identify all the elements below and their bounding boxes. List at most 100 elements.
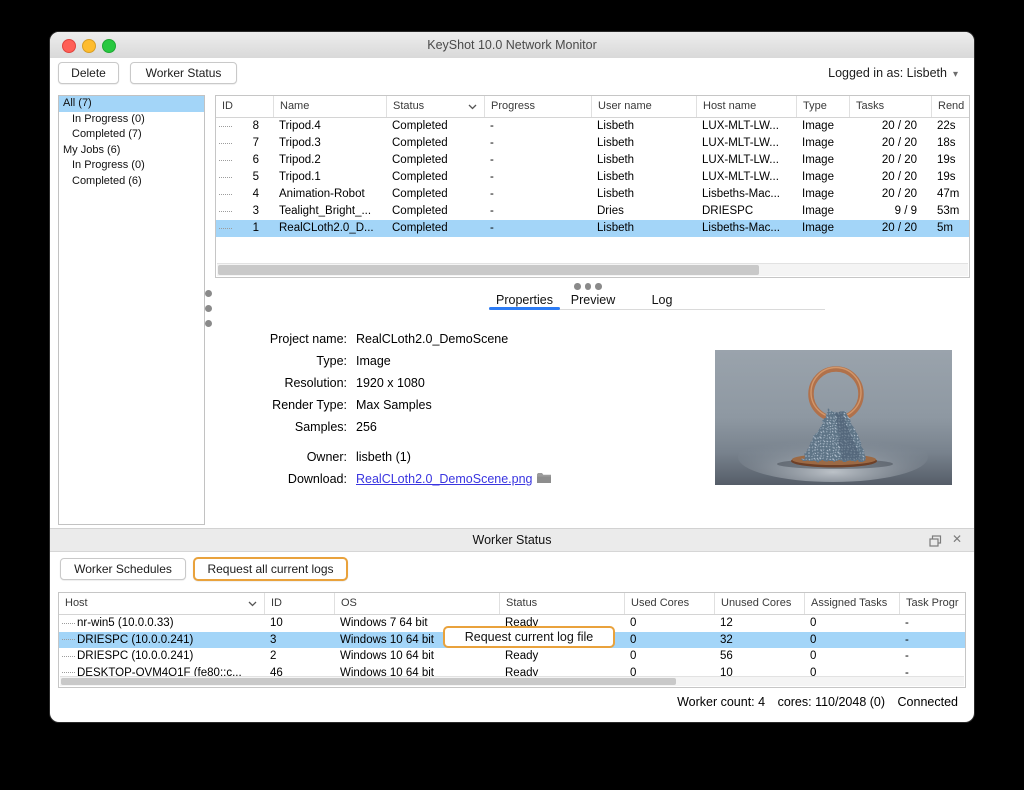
tree-branch-icon [219,126,232,127]
column-header-user[interactable]: User name [591,96,696,117]
owner-row: Owner: lisbeth (1) [230,446,660,468]
sidebar-tree-item[interactable]: All (7) [59,96,204,112]
column-header-unused-cores[interactable]: Unused Cores [714,593,804,614]
job-id-cell: 4 [216,186,273,203]
column-header-task-progress[interactable]: Task Progr [899,593,965,614]
job-row[interactable]: 3 Tealight_Bright_... Completed - Dries … [216,203,969,220]
sidebar-item-label: Completed (6) [72,175,142,187]
worker-table-body: nr-win5 (10.0.0.33) 10 Windows 7 64 bit … [59,615,965,681]
property-value: 1920 x 1080 [356,372,660,394]
worker-status-button[interactable]: Worker Status [130,62,237,84]
worker-assigned-tasks-cell: 0 [804,632,899,649]
tree-branch-icon [219,143,232,144]
job-tasks-cell: 20 / 20 [849,152,931,169]
status-bar: Worker count: 4 cores: 110/2048 (0) Conn… [668,695,958,709]
column-header-host[interactable]: Host name [696,96,796,117]
login-label: Logged in as: Lisbeth [828,66,947,80]
job-render-time-cell: 18s [931,135,969,152]
job-progress-cell: - [484,118,591,135]
job-id-cell: 8 [216,118,273,135]
job-user-cell: Lisbeth [591,220,696,237]
tab-preview[interactable]: Preview [568,291,618,309]
undock-panel-icon[interactable] [929,534,942,552]
job-render-time-cell: 53m [931,203,969,220]
job-host-cell: LUX-MLT-LW... [696,169,796,186]
worker-schedules-button[interactable]: Worker Schedules [60,558,186,580]
sidebar-tree-item[interactable]: In Progress (0) [59,158,204,174]
worker-horizontal-scrollbar[interactable] [60,676,964,686]
worker-panel-title: Worker Status [50,529,974,551]
column-header-worker-host[interactable]: Host [59,593,264,614]
scrollbar-thumb[interactable] [61,678,676,685]
tree-branch-icon [219,211,232,212]
column-header-worker-status[interactable]: Status [499,593,624,614]
request-all-logs-button[interactable]: Request all current logs [193,557,348,581]
column-header-worker-os[interactable]: OS [334,593,499,614]
job-type-cell: Image [796,203,849,220]
column-header-worker-id[interactable]: ID [264,593,334,614]
column-header-progress[interactable]: Progress [484,96,591,117]
splitter-handle[interactable] [205,290,213,335]
property-row: Samples: 256 [230,416,660,438]
property-row: Render Type: Max Samples [230,394,660,416]
sidebar-tree-item[interactable]: In Progress (0) [59,112,204,128]
column-header-id[interactable]: ID [216,96,273,117]
worker-host-cell: nr-win5 (10.0.0.33) [59,615,264,632]
title-bar[interactable]: KeyShot 10.0 Network Monitor [50,32,974,59]
job-row[interactable]: 5 Tripod.1 Completed - Lisbeth LUX-MLT-L… [216,169,969,186]
status-header-label: Status [393,100,424,112]
download-row: Download: RealCLoth2.0_DemoScene.png [230,468,660,490]
request-current-log-button[interactable]: Request current log file [443,626,615,648]
worker-used-cores-cell: 0 [624,615,714,632]
job-row[interactable]: 1 RealCLoth2.0_D... Completed - Lisbeth … [216,220,969,237]
job-row[interactable]: 6 Tripod.2 Completed - Lisbeth LUX-MLT-L… [216,152,969,169]
sidebar-tree-item[interactable]: Completed (6) [59,174,204,190]
job-host-cell: DRIESPC [696,203,796,220]
sidebar-tree-item[interactable]: My Jobs (6) [59,143,204,159]
download-link[interactable]: RealCLoth2.0_DemoScene.png [356,472,533,486]
property-label: Resolution: [230,372,356,394]
column-header-render[interactable]: Rend [931,96,969,117]
sidebar-tree-item[interactable]: Completed (7) [59,127,204,143]
worker-id-cell: 2 [264,648,334,665]
worker-row[interactable]: DRIESPC (10.0.0.241) 2 Windows 10 64 bit… [59,648,965,665]
jobs-horizontal-scrollbar[interactable] [217,263,968,276]
cores-text: cores: 110/2048 (0) [778,695,885,709]
worker-host-cell: DRIESPC (10.0.0.241) [59,648,264,665]
owner-value: lisbeth (1) [356,446,660,468]
column-header-type[interactable]: Type [796,96,849,117]
scrollbar-thumb[interactable] [218,265,759,275]
owner-label: Owner: [230,446,356,468]
folder-icon[interactable] [536,469,552,491]
chevron-down-icon: ▾ [953,69,958,80]
property-label: Render Type: [230,394,356,416]
tree-branch-icon [219,228,232,229]
close-panel-icon[interactable]: ✕ [952,532,962,546]
job-progress-cell: - [484,169,591,186]
job-status-cell: Completed [386,135,484,152]
jobs-tree-sidebar: All (7) In Progress (0) Completed (7) My… [58,95,205,525]
job-render-time-cell: 47m [931,186,969,203]
column-header-tasks[interactable]: Tasks [849,96,931,117]
worker-unused-cores-cell: 56 [714,648,804,665]
jobs-table: ID Name Status Progress User name Host n… [215,95,970,278]
job-user-cell: Dries [591,203,696,220]
job-row[interactable]: 4 Animation-Robot Completed - Lisbeth Li… [216,186,969,203]
job-row[interactable]: 7 Tripod.3 Completed - Lisbeth LUX-MLT-L… [216,135,969,152]
column-header-status[interactable]: Status [386,96,484,117]
column-header-name[interactable]: Name [273,96,386,117]
job-status-cell: Completed [386,220,484,237]
property-value: Image [356,350,660,372]
job-row[interactable]: 8 Tripod.4 Completed - Lisbeth LUX-MLT-L… [216,118,969,135]
job-id-cell: 3 [216,203,273,220]
sidebar-item-label: In Progress (0) [72,159,145,171]
job-tasks-cell: 20 / 20 [849,169,931,186]
tab-log[interactable]: Log [647,291,677,309]
delete-button[interactable]: Delete [58,62,119,84]
column-header-used-cores[interactable]: Used Cores [624,593,714,614]
login-menu[interactable]: Logged in as: Lisbeth ▾ [828,66,958,80]
panel-drag-handle[interactable] [574,283,606,290]
column-header-assigned-tasks[interactable]: Assigned Tasks [804,593,899,614]
job-progress-cell: - [484,135,591,152]
tree-branch-icon [62,672,75,673]
